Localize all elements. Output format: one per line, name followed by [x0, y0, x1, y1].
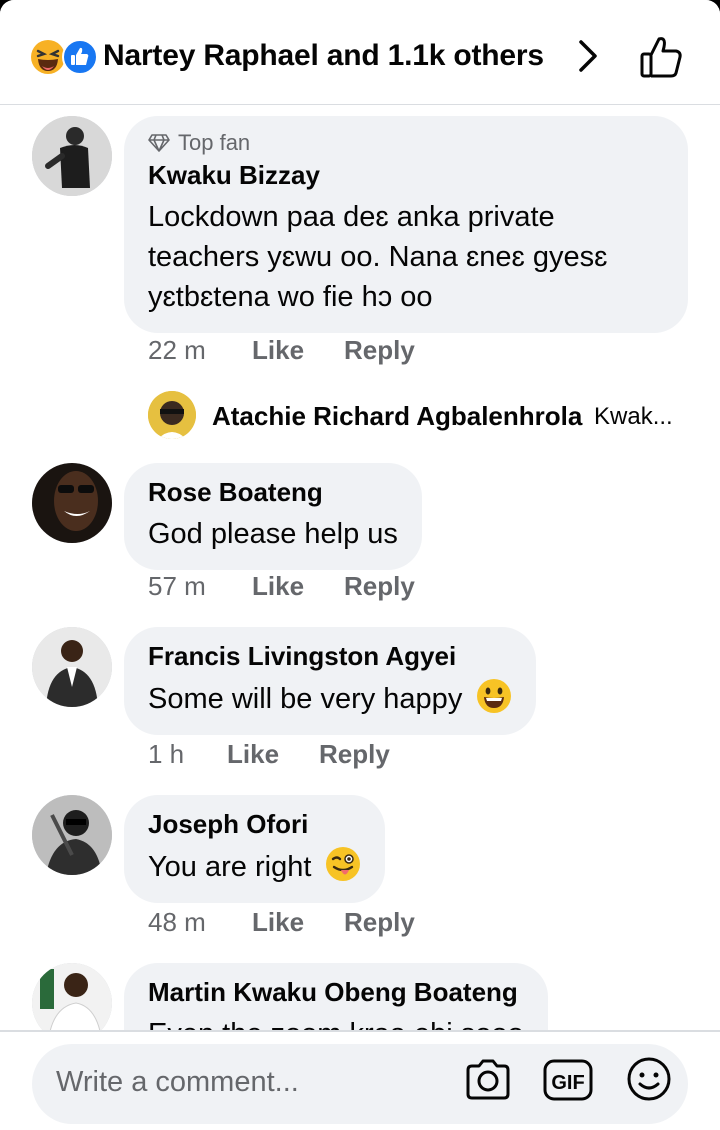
comment-bubble[interactable]: Martin Kwaku Obeng Boateng Even the zoom…: [124, 963, 548, 1030]
grinning-face-icon: [477, 679, 512, 713]
comment-time: 1 h: [148, 739, 185, 769]
reply-link[interactable]: Reply: [319, 739, 390, 770]
comment-time: 22 m: [148, 335, 206, 365]
avatar-francis-agyei[interactable]: [32, 627, 112, 707]
comment-input-box[interactable]: Write a comment... GIF: [32, 1044, 688, 1124]
reply-preview[interactable]: Atachie Richard Agbalenhrola Kwak...: [148, 391, 708, 441]
comment-bubble[interactable]: Rose Boateng God please help us: [124, 463, 422, 570]
top-fan-badge: Top fan: [148, 130, 664, 156]
comment-text: You are right: [148, 846, 361, 887]
avatar-joseph-ofori[interactable]: [32, 795, 112, 875]
comment-input[interactable]: Write a comment...: [56, 1066, 299, 1099]
camera-icon[interactable]: [464, 1056, 512, 1104]
comment-author[interactable]: Martin Kwaku Obeng Boateng: [148, 977, 524, 1008]
avatar-atachie-richard[interactable]: [148, 391, 196, 439]
comment-line: Lockdown paa deɛ anka private: [148, 201, 555, 233]
comment-text: Lockdown paa deɛ anka private teachers y…: [148, 197, 664, 317]
reply-link[interactable]: Reply: [344, 907, 415, 938]
comment-text: Some will be very happy: [148, 678, 512, 719]
comment-text: God please help us: [148, 518, 398, 550]
like-link[interactable]: Like: [227, 739, 279, 770]
gif-icon[interactable]: GIF: [542, 1056, 594, 1104]
reply-text: Kwak...: [594, 403, 673, 430]
comments-list[interactable]: Top fan Kwaku Bizzay Lockdown paa deɛ an…: [0, 105, 720, 1030]
comment-time: 48 m: [148, 907, 206, 937]
reply-author[interactable]: Atachie Richard Agbalenhrola: [212, 401, 582, 432]
like-thumb-icon: [62, 39, 98, 75]
reactions-summary[interactable]: Nartey Raphael and 1.1k others: [103, 39, 544, 73]
comment-text-content: You are right: [148, 851, 312, 883]
comment-bubble[interactable]: Top fan Kwaku Bizzay Lockdown paa deɛ an…: [124, 116, 688, 333]
emoji-icon[interactable]: [626, 1056, 672, 1102]
like-link[interactable]: Like: [252, 335, 304, 366]
comments-sheet: Nartey Raphael and 1.1k others Top fan K…: [0, 0, 720, 1130]
comment-author[interactable]: Joseph Ofori: [148, 809, 361, 840]
comment-bubble[interactable]: Francis Livingston Agyei Some will be ve…: [124, 627, 537, 735]
reaction-icons: [30, 39, 98, 75]
comment-text: Even the zoom kraa ebi sooo: [148, 1014, 524, 1030]
avatar-rose-boateng[interactable]: [32, 463, 112, 543]
comment-composer: Write a comment... GIF: [0, 1030, 720, 1130]
comment-line: teachers yɛwu oo. Nana ɛneɛ gyesɛ: [148, 241, 608, 273]
chevron-right-icon[interactable]: [576, 38, 600, 74]
winking-tongue-face-icon: [326, 847, 361, 881]
reactions-header[interactable]: Nartey Raphael and 1.1k others: [0, 0, 720, 105]
like-outline-icon[interactable]: [638, 34, 684, 80]
like-link[interactable]: Like: [252, 571, 304, 602]
comment-line: yɛtbɛtena wo fie hɔ oo: [148, 281, 433, 313]
comment-text-content: Some will be very happy: [148, 683, 463, 715]
reply-link[interactable]: Reply: [344, 335, 415, 366]
comment-author[interactable]: Francis Livingston Agyei: [148, 641, 512, 672]
comment-bubble[interactable]: Joseph Ofori You are right: [124, 795, 386, 903]
avatar-martin-boateng[interactable]: [32, 963, 112, 1030]
comment-author[interactable]: Rose Boateng: [148, 477, 398, 508]
top-fan-label: Top fan: [178, 130, 251, 155]
comment-time: 57 m: [148, 571, 206, 601]
laughing-face-icon: [31, 40, 65, 74]
diamond-icon: [148, 134, 170, 152]
like-link[interactable]: Like: [252, 907, 304, 938]
reply-link[interactable]: Reply: [344, 571, 415, 602]
comment-author[interactable]: Kwaku Bizzay: [148, 160, 664, 191]
avatar-kwaku-bizzay[interactable]: [32, 116, 112, 196]
gif-label: GIF: [551, 1072, 584, 1094]
